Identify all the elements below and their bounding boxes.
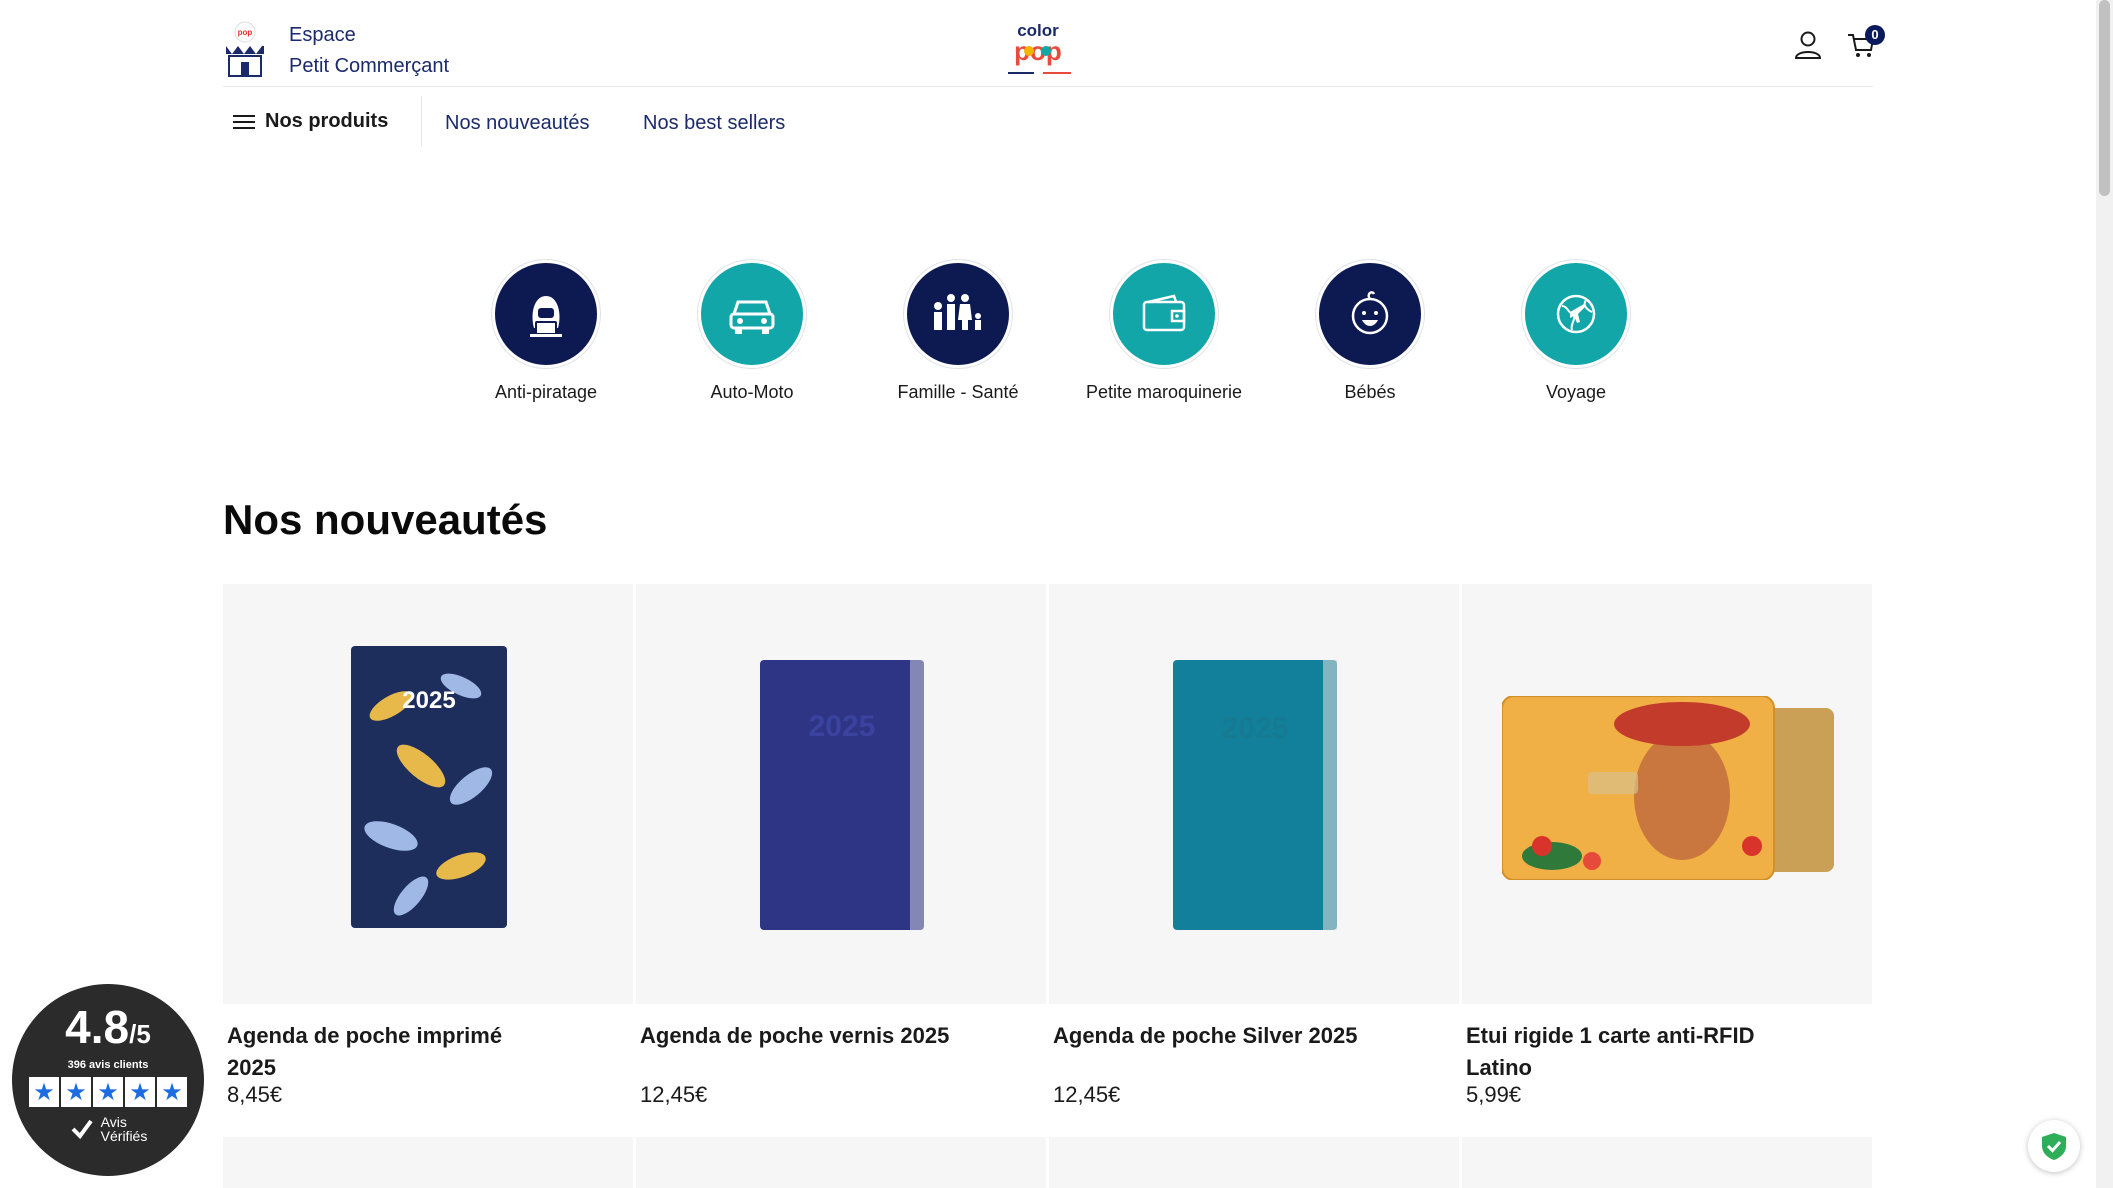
reviews-count: 396 avis clients [67,1059,149,1071]
shield-check-icon [2042,1133,2066,1160]
shop-space-link[interactable]: Espace Petit Commerçant [289,20,449,82]
section-title: Nos nouveautés [223,496,548,543]
category-label: Petite maroquinerie [1085,382,1243,402]
avis-verifies-line1: Avis [100,1114,127,1130]
product-image-container[interactable]: 2025 [636,584,1046,1004]
wallet-icon [1142,294,1186,332]
product-price: 12,45€ [1053,1082,1121,1107]
category-famille-sante[interactable]: Famille - Santé [858,260,1058,403]
product-card-next-row[interactable] [1049,1137,1459,1188]
product-card-next-row[interactable] [223,1137,633,1188]
site-header: pop Espace Petit Commerçant color pop 0 [223,0,1885,87]
star-icon: ★ [61,1077,91,1107]
product-name[interactable]: Agenda de poche imprimé 2025 [223,1020,547,1084]
category-label: Auto-Moto [710,382,794,402]
category-circle [904,260,1012,368]
svg-text:2025: 2025 [809,710,876,743]
family-icon [934,294,981,330]
cart-count-badge: 0 [1865,25,1885,45]
teal-agenda-image: 2025 [1173,660,1337,930]
category-label: Bébés [1344,382,1396,402]
product-name[interactable]: Etui rigide 1 carte anti-RFID Latino [1462,1020,1786,1084]
product-card[interactable]: 2025 Agenda de poche vernis 2025 12,45€ [636,584,1046,1108]
reviews-stars: ★ ★ ★ ★ ★ [29,1077,187,1107]
scrollbar-thumb[interactable] [2099,0,2110,196]
category-circle [698,260,806,368]
globe-plane-icon [1556,294,1596,334]
category-auto-moto[interactable]: Auto-Moto [652,260,852,403]
category-label: Anti-piratage [494,382,598,402]
avis-verifies-line2: Vérifiés [100,1128,148,1144]
reviews-score-value: 4.8 [65,1001,130,1053]
category-circle [1110,260,1218,368]
car-icon [729,300,775,334]
card-case-image [1502,696,1834,880]
product-card-next-row[interactable] [636,1137,1046,1188]
security-shield-button[interactable] [2028,1120,2080,1172]
star-icon: ★ [125,1077,155,1107]
svg-text:pop: pop [238,28,253,37]
page-scrollbar[interactable] [2096,0,2113,1188]
reviews-badge[interactable]: 4.8/5 396 avis clients ★ ★ ★ ★ ★ Avis Vé… [12,984,204,1176]
nav-link-nouveautes[interactable]: Nos nouveautés [445,112,590,135]
products-menu-button[interactable]: Nos produits [233,110,388,133]
product-name[interactable]: Agenda de poche Silver 2025 [1049,1020,1373,1084]
shop-logo-icon[interactable]: pop [223,20,267,78]
shop-space-line1: Espace [289,24,356,46]
product-name[interactable]: Agenda de poche vernis 2025 [636,1020,960,1084]
svg-text:pop: pop [1014,36,1062,66]
product-image-container[interactable]: 2025 [223,584,633,1004]
floral-agenda-image: 2025 [351,646,507,928]
avis-verifies-brand: Avis Vérifiés [12,1115,204,1143]
svg-text:2025: 2025 [1222,712,1289,745]
category-circle [492,260,600,368]
colorpop-logo[interactable]: color pop [1003,16,1073,76]
category-label: Voyage [1545,382,1607,402]
category-circle [1316,260,1424,368]
user-account-icon[interactable] [1793,30,1823,60]
category-voyage[interactable]: Voyage [1476,260,1676,403]
navy-agenda-image: 2025 [760,660,924,930]
avis-verifies-logo-icon [71,1119,93,1140]
product-image-container[interactable]: 2025 [1049,584,1459,1004]
product-price: 8,45€ [227,1082,283,1107]
reviews-score: 4.8/5 [12,1002,204,1059]
product-card-next-row[interactable] [1462,1137,1872,1188]
svg-text:2025: 2025 [402,687,455,714]
star-icon: ★ [29,1077,59,1107]
category-circle [1522,260,1630,368]
nav-link-best-sellers[interactable]: Nos best sellers [643,112,785,135]
baby-icon [1351,291,1389,335]
product-price: 5,99€ [1466,1082,1522,1107]
reviews-out-of: /5 [129,1019,151,1049]
product-image-container[interactable] [1462,584,1872,1004]
product-price: 12,45€ [640,1082,708,1107]
product-card[interactable]: Etui rigide 1 carte anti-RFID Latino 5,9… [1462,584,1872,1108]
shop-space-line2: Petit Commerçant [289,55,450,77]
product-card[interactable]: 2025 Agenda de poche imprimé 2025 8,45€ [223,584,633,1108]
product-card[interactable]: 2025 Agenda de poche Silver 2025 12,45€ [1049,584,1459,1108]
main-nav: Nos produits Nos nouveautés Nos best sel… [223,96,1873,148]
category-anti-piratage[interactable]: Anti-piratage [446,260,646,403]
category-label: Famille - Santé [897,382,1019,402]
category-petite-maroquinerie[interactable]: Petite maroquinerie [1064,260,1264,403]
hamburger-icon [233,114,255,129]
star-icon: ★ [93,1077,123,1107]
category-bebes[interactable]: Bébés [1270,260,1470,403]
nav-divider [421,96,422,146]
products-menu-label: Nos produits [265,110,389,132]
star-icon: ★ [157,1077,187,1107]
hacker-icon [530,296,562,337]
